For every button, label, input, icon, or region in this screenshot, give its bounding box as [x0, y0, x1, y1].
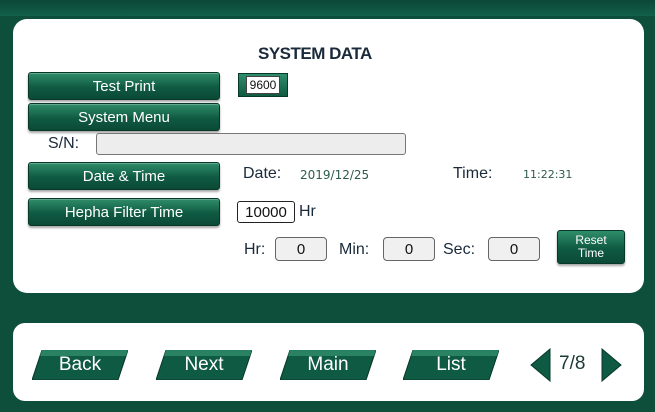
system-menu-label: System Menu	[78, 108, 170, 126]
serial-number-field[interactable]	[96, 133, 406, 155]
page-indicator: 7/8	[526, 347, 626, 383]
top-frame	[0, 0, 655, 16]
date-value: 2019/12/25	[300, 168, 370, 182]
reset-time-button[interactable]: Reset Time	[557, 230, 625, 264]
filter-time-field[interactable]: 10000	[237, 201, 295, 223]
date-label: Date:	[243, 165, 282, 182]
previous-page-arrow-icon[interactable]	[530, 348, 552, 382]
test-print-button[interactable]: Test Print	[28, 72, 220, 100]
hepha-filter-time-button[interactable]: Hepha Filter Time	[28, 198, 220, 226]
filter-unit-label: Hr	[299, 203, 316, 220]
second-label: Sec:	[443, 241, 476, 258]
serial-number-label: S/N:	[48, 135, 80, 152]
main-label: Main	[307, 354, 349, 375]
next-button[interactable]: Next	[156, 350, 252, 380]
next-label: Next	[184, 354, 224, 375]
baud-rate-button[interactable]: 9600	[238, 73, 288, 97]
hour-label: Hr:	[244, 241, 266, 258]
minute-field[interactable]: 0	[383, 237, 435, 261]
list-label: List	[436, 354, 466, 375]
list-button[interactable]: List	[403, 350, 499, 380]
minute-label: Min:	[339, 241, 370, 258]
hepha-filter-time-label: Hepha Filter Time	[64, 203, 184, 221]
date-time-button[interactable]: Date & Time	[28, 162, 220, 190]
hour-field[interactable]: 0	[275, 237, 327, 261]
baud-rate-value: 9600	[245, 76, 281, 94]
test-print-label: Test Print	[92, 77, 156, 95]
page-number: 7/8	[559, 353, 586, 374]
page-title: SYSTEM DATA	[258, 44, 372, 63]
second-field[interactable]: 0	[488, 237, 540, 261]
date-time-label: Date & Time	[82, 167, 166, 185]
time-value: 11:22:31	[523, 168, 573, 181]
reset-time-label-line2: Time	[577, 246, 605, 260]
main-button[interactable]: Main	[280, 350, 376, 380]
time-label: Time:	[453, 165, 493, 182]
back-label: Back	[58, 354, 102, 375]
back-button[interactable]: Back	[32, 350, 128, 380]
next-page-arrow-icon[interactable]	[600, 348, 622, 382]
system-menu-button[interactable]: System Menu	[28, 103, 220, 131]
